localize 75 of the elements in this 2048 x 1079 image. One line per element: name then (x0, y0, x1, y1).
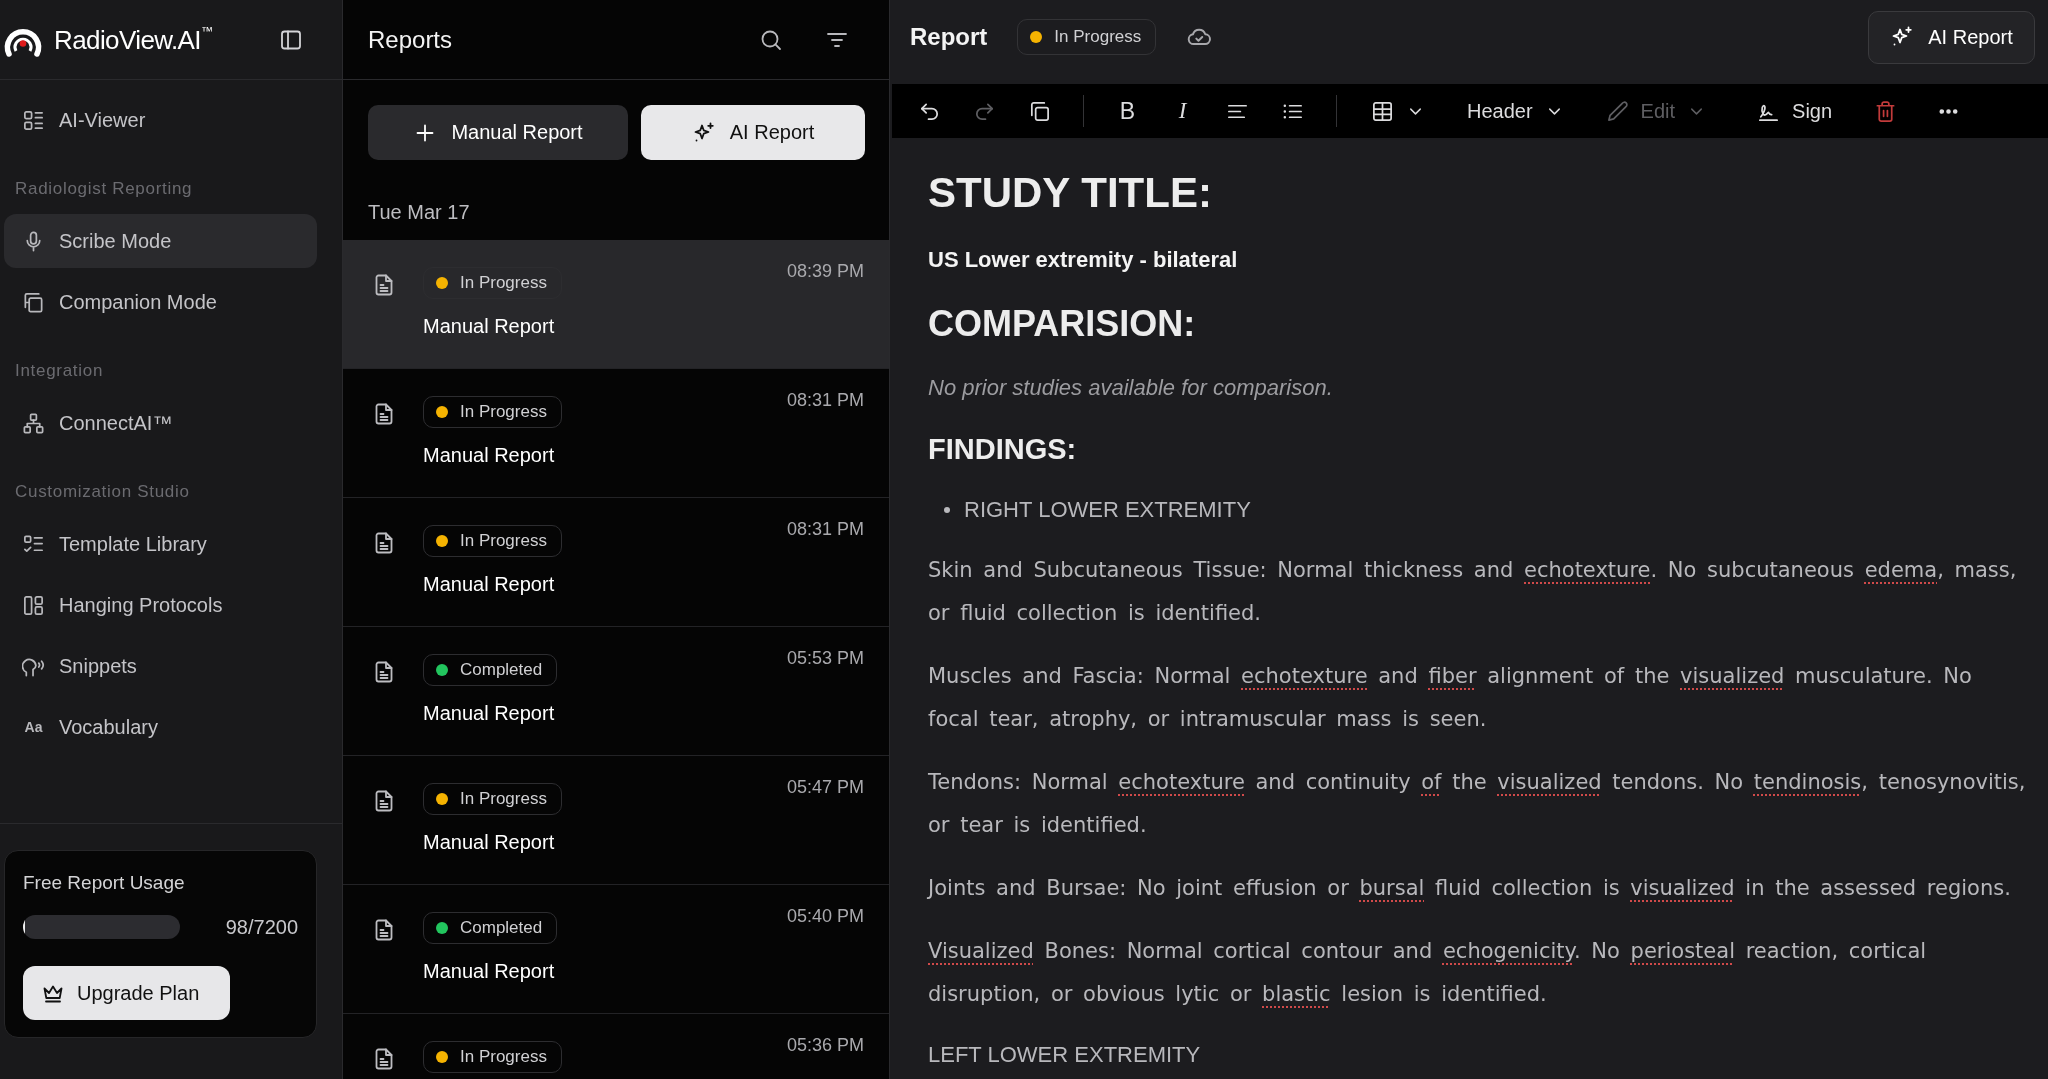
editor-title: Report (910, 23, 988, 51)
report-title: Manual Report (423, 701, 556, 725)
panel-title: Reports (368, 25, 453, 54)
report-list-item[interactable]: In Progress 05:36 PM (343, 1014, 889, 1079)
nav-item[interactable]: Scribe Mode (4, 214, 317, 268)
report-time: 05:53 PM (786, 647, 864, 669)
findings-paragraph: Visualized Bones: Normal cortical contour and echogenicity. No periosteal reaction, cortical disruption, or obvious lytic or blastic lesion is identified. (928, 938, 1928, 1008)
report-title: Manual Report (423, 443, 556, 467)
layout-panels-icon (22, 593, 45, 617)
report-time: 05:47 PM (786, 776, 864, 798)
status-label: In Progress (460, 273, 547, 293)
report-list-item[interactable]: In Progress Manual Report 05:47 PM (343, 756, 889, 885)
section-heading: COMPARISION: (928, 302, 1197, 346)
sign-button[interactable]: Sign (1757, 99, 1833, 123)
status-label: In Progress (460, 531, 547, 551)
table-icon (1371, 99, 1394, 123)
section-label: Customization Studio (14, 481, 191, 503)
status-label: In Progress (460, 789, 547, 809)
status-label: In Progress (1054, 27, 1142, 47)
ai-report-button[interactable]: AI Report (641, 105, 865, 160)
findings-paragraph: Joints and Bursae: No joint effusion or bursal fluid collection is visualized in the assessed regions. (928, 875, 2012, 902)
report-title: Manual Report (423, 959, 556, 983)
manual-report-button[interactable]: Manual Report (368, 105, 628, 160)
nav-item[interactable]: Snippets (4, 639, 317, 693)
document-title: STUDY TITLE: (928, 168, 1213, 218)
side-label: LEFT LOWER EXTREMITY (928, 1041, 1202, 1069)
report-list-item[interactable]: In Progress Manual Report 08:31 PM (343, 369, 889, 498)
report-list-item[interactable]: In Progress Manual Report 08:39 PM (343, 240, 889, 369)
status-dot (1030, 31, 1043, 43)
nav-item[interactable]: Hanging Protocols (4, 578, 317, 632)
status-label: Completed (460, 918, 543, 938)
findings-paragraph: Muscles and Fascia: Normal echotexture and fiber alignment of the visualized musculature. No focal tear, atrophy, or intramuscular mass is seen. (928, 663, 1973, 733)
network-icon (22, 411, 45, 435)
ai-report-button[interactable]: AI Report (1868, 10, 2035, 64)
nav-item[interactable]: ConnectAI™ (4, 396, 317, 450)
report-list-item[interactable]: In Progress Manual Report 08:31 PM (343, 498, 889, 627)
report-time: 08:31 PM (786, 389, 864, 411)
status-label: Completed (460, 660, 543, 680)
comparison-note: No prior studies available for comparison. (928, 374, 1334, 402)
status-label: In Progress (460, 402, 547, 422)
copy-icon[interactable] (1028, 99, 1051, 123)
list-item-text: RIGHT LOWER EXTREMITY (964, 496, 1251, 524)
usage-title: Free Report Usage (23, 871, 186, 895)
usage-count: 98/7200 (225, 915, 298, 939)
report-list-item[interactable]: Completed Manual Report 05:40 PM (343, 885, 889, 1014)
copy-icon (22, 290, 45, 314)
report-list-item[interactable]: Completed Manual Report 05:53 PM (343, 627, 889, 756)
date-heading: Tue Mar 17 (368, 200, 471, 224)
pencil-icon (1605, 99, 1629, 123)
font-size-icon: Aa (22, 719, 45, 735)
upgrade-plan-button[interactable]: Upgrade Plan (23, 966, 230, 1020)
italic-button[interactable]: I (1167, 94, 1198, 128)
nav-item[interactable]: Template Library (4, 517, 317, 571)
study-name: US Lower extremity - bilateral (928, 247, 1239, 273)
report-title: Manual Report (423, 830, 556, 854)
report-title: Manual Report (423, 572, 556, 596)
section-label: Integration (14, 360, 105, 382)
bold-button[interactable]: B (1112, 94, 1143, 128)
section-label: Radiologist Reporting (14, 178, 194, 200)
report-time: 05:40 PM (786, 905, 864, 927)
nav-item[interactable]: AI-Viewer (4, 93, 317, 147)
nav-item[interactable]: Companion Mode (4, 275, 317, 329)
findings-paragraph: Tendons: Normal echotexture and continuity of the visualized tendons. No tendinosis, tenosynovitis, or tear is identified. (928, 769, 2027, 839)
section-heading: FINDINGS: (928, 432, 1078, 467)
status-label: In Progress (460, 1047, 547, 1067)
report-title: Manual Report (423, 314, 556, 338)
findings-paragraph: Skin and Subcutaneous Tissue: Normal thickness and echotexture. No subcutaneous edema, mass, or fluid collection is identified. (928, 557, 2018, 627)
report-time: 08:39 PM (786, 260, 864, 282)
bullet-icon (944, 507, 950, 513)
grid-list-icon (22, 108, 45, 132)
report-time: 08:31 PM (786, 518, 864, 540)
report-time: 05:36 PM (786, 1034, 864, 1056)
nav-item[interactable]: Aa Vocabulary (4, 700, 317, 754)
brand-name: RadioView.AI$^{™}$ (54, 23, 213, 56)
header-dropdown[interactable]: Header (1467, 99, 1564, 123)
